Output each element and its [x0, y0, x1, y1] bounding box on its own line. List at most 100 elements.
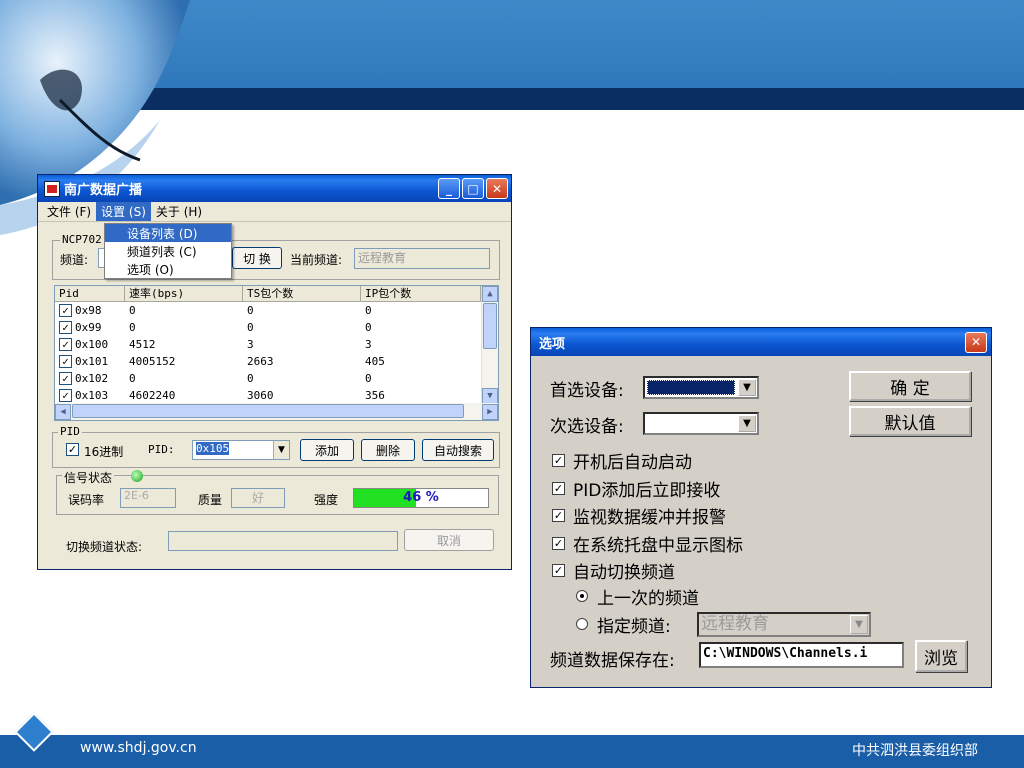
radio-last-channel[interactable]	[576, 590, 588, 602]
hex-label: 16进制	[84, 445, 124, 459]
rate-cell: 0	[129, 372, 136, 385]
footer-url: www.shdj.gov.cn	[80, 740, 197, 756]
option-checkbox[interactable]: ✓	[552, 454, 565, 467]
ber-label: 误码率	[68, 493, 105, 507]
row-checkbox[interactable]: ✓	[59, 355, 72, 368]
default-button[interactable]: 默认值	[849, 406, 971, 436]
secondary-device-select[interactable]: ▼	[643, 412, 759, 435]
header-ip[interactable]: IP包个数	[361, 286, 481, 301]
delete-button[interactable]: 删除	[361, 439, 415, 461]
secondary-dropdown-icon[interactable]: ▼	[738, 415, 756, 432]
row-checkbox[interactable]: ✓	[59, 338, 72, 351]
pid-combo[interactable]: 0x105 ▼	[192, 440, 290, 460]
ts-cell: 3	[247, 338, 254, 351]
save-path-input[interactable]: C:\WINDOWS\Channels.i	[699, 642, 904, 668]
menu-file[interactable]: 文件 (F)	[42, 202, 96, 221]
close-button[interactable]: ✕	[486, 178, 508, 199]
switch-button[interactable]: 切 换	[232, 247, 282, 269]
header-rate[interactable]: 速率(bps)	[125, 286, 243, 301]
options-close-button[interactable]: ✕	[965, 331, 987, 353]
option-checkbox-label: 监视数据缓冲并报警	[573, 508, 726, 528]
vertical-scrollbar[interactable]: ▲ ▼	[481, 286, 498, 404]
option-checkbox-label: 开机后自动启动	[573, 453, 692, 473]
pid-cell: ✓ 0x102	[55, 372, 125, 385]
pid-dropdown-icon[interactable]: ▼	[273, 441, 289, 459]
pid-value: 0x101	[75, 355, 109, 368]
horizontal-scroll-thumb[interactable]	[72, 404, 464, 418]
main-window-titlebar[interactable]: 南广数据广播 _ □ ✕	[38, 175, 511, 202]
menu-item-options[interactable]: 选项 (O)	[105, 260, 231, 278]
ts-cell: 0	[247, 321, 254, 334]
menu-item-devices[interactable]: 设备列表 (D)	[105, 224, 231, 242]
header-pid[interactable]: Pid	[55, 286, 125, 301]
table-row[interactable]: ✓ 0x100 4512 3 3	[55, 336, 498, 353]
hex-checkbox[interactable]: ✓	[66, 443, 79, 456]
row-checkbox[interactable]: ✓	[59, 372, 72, 385]
primary-device-select[interactable]: ▼	[643, 376, 759, 399]
rate-cell: 4602240	[129, 389, 176, 402]
minimize-button[interactable]: _	[438, 178, 460, 199]
option-checkbox-label: 在系统托盘中显示图标	[573, 535, 743, 556]
table-row[interactable]: ✓ 0x98 0 0 0	[55, 302, 498, 319]
menu-about[interactable]: 关于 (H)	[151, 202, 207, 221]
ts-cell: 0	[247, 372, 254, 385]
ip-cell: 0	[365, 321, 372, 334]
option-checkbox[interactable]: ✓	[552, 509, 565, 522]
scroll-down-icon[interactable]: ▼	[482, 388, 498, 404]
table-row[interactable]: ✓ 0x102 0 0 0	[55, 370, 498, 387]
options-dialog: 选项 ✕ 首选设备: ▼ 确 定 次选设备: ▼ 默认值 ✓ 开机后自动启动 ✓ PI…	[530, 327, 992, 688]
scroll-up-icon[interactable]: ▲	[482, 286, 498, 302]
header-ts[interactable]: TS包个数	[243, 286, 361, 301]
table-row[interactable]: ✓ 0x103 4602240 3060 356	[55, 387, 498, 404]
horizontal-scrollbar[interactable]: ◀ ▶	[55, 403, 498, 420]
primary-device-selection	[647, 380, 735, 395]
vertical-scroll-thumb[interactable]	[483, 303, 497, 349]
cancel-button[interactable]: 取消	[404, 529, 494, 551]
option-checkbox[interactable]: ✓	[552, 564, 565, 577]
main-window-title: 南广数据广播	[64, 183, 143, 198]
quality-label: 质量	[198, 493, 223, 507]
pid-value: 0x103	[75, 389, 109, 402]
footer-org: 中共泗洪县委组织部	[852, 743, 978, 759]
specified-channel-select[interactable]: 远程教育 ▼	[697, 612, 871, 637]
add-button[interactable]: 添加	[300, 439, 354, 461]
pid-group-label: PID	[58, 425, 82, 438]
row-checkbox[interactable]: ✓	[59, 389, 72, 402]
rate-cell: 0	[129, 321, 136, 334]
scroll-left-icon[interactable]: ◀	[55, 403, 71, 420]
ip-cell: 356	[365, 389, 385, 402]
strength-progress: 46 %	[353, 488, 489, 508]
ber-value: 2E-6	[120, 488, 176, 508]
option-checkbox[interactable]: ✓	[552, 536, 565, 550]
strength-label: 强度	[314, 493, 339, 507]
menu-settings[interactable]: 设置 (S)	[96, 202, 151, 221]
table-row[interactable]: ✓ 0x99 0 0 0	[55, 319, 498, 336]
primary-dropdown-icon[interactable]: ▼	[738, 379, 756, 396]
options-titlebar[interactable]: 选项 ✕	[531, 328, 991, 356]
maximize-button[interactable]: □	[462, 178, 484, 199]
rate-cell: 0	[129, 304, 136, 317]
ok-button[interactable]: 确 定	[849, 371, 971, 401]
scroll-right-icon[interactable]: ▶	[482, 403, 498, 420]
auto-search-button[interactable]: 自动搜索	[422, 439, 494, 461]
radio-specified-channel[interactable]	[576, 618, 588, 630]
row-checkbox[interactable]: ✓	[59, 304, 72, 317]
current-channel-label: 当前频道:	[290, 253, 343, 267]
table-row[interactable]: ✓ 0x101 4005152 2663 405	[55, 353, 498, 370]
pid-table[interactable]: Pid 速率(bps) TS包个数 IP包个数 ✓ 0x98 0 0 0 ✓ 0x99 0 0 0…	[54, 285, 499, 421]
ip-cell: 0	[365, 304, 372, 317]
settings-dropdown: 设备列表 (D) 频道列表 (C) 选项 (O)	[104, 223, 232, 279]
primary-device-label: 首选设备:	[550, 381, 624, 401]
pid-cell: ✓ 0x99	[55, 321, 125, 334]
pid-value: 0x99	[75, 321, 102, 334]
browse-button[interactable]: 浏览	[915, 640, 967, 672]
ip-cell: 405	[365, 355, 385, 368]
option-checkbox[interactable]: ✓	[552, 481, 565, 495]
option-checkbox-label: 自动切换频道	[573, 563, 675, 583]
secondary-device-label: 次选设备:	[550, 417, 624, 437]
options-title: 选项	[539, 336, 566, 352]
radio-specified-channel-label: 指定频道:	[597, 617, 671, 637]
menu-item-channels[interactable]: 频道列表 (C)	[105, 242, 231, 260]
specified-dropdown-icon[interactable]: ▼	[850, 615, 868, 634]
row-checkbox[interactable]: ✓	[59, 321, 72, 334]
